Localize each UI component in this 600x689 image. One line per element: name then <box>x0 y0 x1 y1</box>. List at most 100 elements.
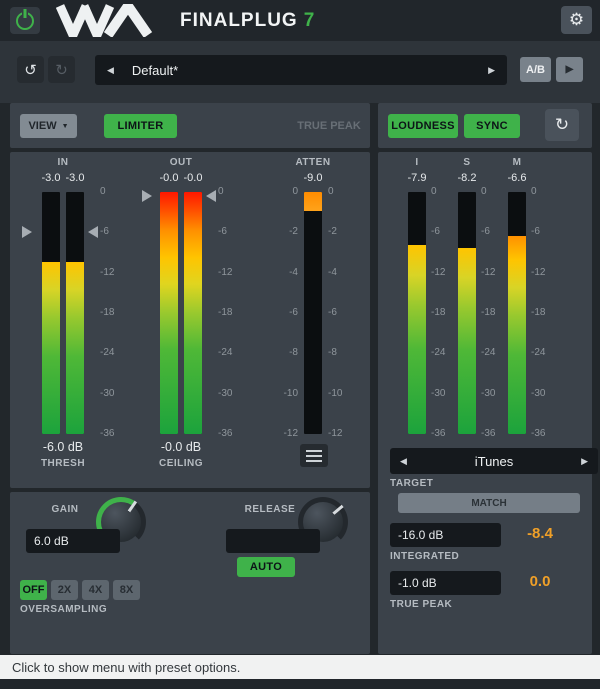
scale-tick: -30 <box>481 389 501 399</box>
scale-tick: -30 <box>100 389 120 399</box>
scale-tick: -24 <box>431 348 451 358</box>
atten-scale-left: 0-2-4-6-8-10-12 <box>272 187 298 439</box>
preset-selector[interactable]: ◀ Default* ▶ <box>95 55 507 85</box>
momentary-meter-value: -6.6 <box>492 172 542 184</box>
gain-value-field[interactable]: 6.0 dB <box>26 529 120 553</box>
settings-button[interactable]: ⚙ <box>561 6 592 34</box>
scale-tick: -10 <box>272 389 298 399</box>
preset-name: Default* <box>114 63 488 78</box>
release-value-field[interactable] <box>226 529 320 553</box>
match-label: MATCH <box>471 498 506 509</box>
scale-tick: -12 <box>218 268 238 278</box>
scale-tick: -10 <box>328 389 354 399</box>
scale-tick: -18 <box>531 308 551 318</box>
scale-tick: -18 <box>218 308 238 318</box>
scale-tick: -8 <box>328 348 354 358</box>
oversampling-8x-button[interactable]: 8X <box>113 580 140 600</box>
in-meter-bar-left <box>42 192 60 434</box>
short-term-meter-bar <box>458 192 476 434</box>
toolbar-left-panel: VIEW ▼ LIMITER TRUE PEAK <box>10 103 370 148</box>
loudness-label: LOUDNESS <box>391 120 455 132</box>
in-meter-value-right: -3.0 <box>50 172 100 184</box>
scale-tick: -36 <box>481 429 501 439</box>
true-peak-label: TRUE PEAK <box>390 599 510 610</box>
scale-tick: -4 <box>272 268 298 278</box>
meter-menu-button[interactable] <box>300 444 328 467</box>
target-prev-icon[interactable]: ◀ <box>400 457 407 466</box>
gain-label: GAIN <box>40 504 90 515</box>
short-term-meter-value: -8.2 <box>442 172 492 184</box>
scale-tick: 0 <box>100 187 120 197</box>
scale-tick: -4 <box>328 268 354 278</box>
scale-tick: -12 <box>481 268 501 278</box>
true-peak-target-value: -1.0 dB <box>398 576 437 590</box>
thresh-readout: -6.0 dB <box>23 440 103 454</box>
momentary-meter-scale: 0-6-12-18-24-30-36 <box>531 187 551 439</box>
out-meter-bar-left <box>160 192 178 434</box>
ceiling-handle-right-icon[interactable] <box>206 190 216 202</box>
refresh-button[interactable]: ↻ <box>545 109 579 141</box>
oversampling-4x-button[interactable]: 4X <box>82 580 109 600</box>
true-peak-toggle[interactable]: TRUE PEAK <box>294 114 364 138</box>
oversampling-2x-button[interactable]: 2X <box>51 580 78 600</box>
integrated-target-value: -16.0 dB <box>398 528 443 542</box>
ceiling-handle-left-icon[interactable] <box>142 190 152 202</box>
ab-label: A/B <box>526 64 545 76</box>
limiter-label: LIMITER <box>117 120 163 132</box>
scale-tick: -6 <box>531 227 551 237</box>
preset-play-button[interactable]: ▶ <box>556 57 583 82</box>
true-peak-label: TRUE PEAK <box>297 120 361 132</box>
power-button[interactable] <box>10 7 40 34</box>
loudness-toggle[interactable]: LOUDNESS <box>388 114 458 138</box>
scale-tick: -30 <box>218 389 238 399</box>
scale-tick: -24 <box>218 348 238 358</box>
view-menu-button[interactable]: VIEW ▼ <box>20 114 77 138</box>
scale-tick: -8 <box>272 348 298 358</box>
scale-tick: -12 <box>100 268 120 278</box>
scale-tick: -24 <box>100 348 120 358</box>
scale-tick: 0 <box>328 187 354 197</box>
scale-tick: -6 <box>100 227 120 237</box>
out-meter-bar-right <box>184 192 202 434</box>
ceiling-label: CEILING <box>141 458 221 469</box>
preset-prev-icon[interactable]: ◀ <box>107 66 114 75</box>
integrated-live-readout: -8.4 <box>498 525 582 542</box>
scale-tick: -18 <box>481 308 501 318</box>
bottom-strip <box>0 679 600 689</box>
sync-label: SYNC <box>476 120 508 132</box>
oversampling-label: OVERSAMPLING <box>20 604 160 615</box>
preset-row: ↺ ↻ ◀ Default* ▶ A/B ▶ <box>0 41 600 103</box>
thresh-handle-right-icon[interactable] <box>88 226 98 238</box>
toolbar-right-panel: LOUDNESS SYNC ↻ <box>378 103 592 148</box>
hamburger-icon <box>306 450 322 452</box>
scale-tick: -6 <box>272 308 298 318</box>
match-button[interactable]: MATCH <box>398 493 580 513</box>
auto-release-toggle[interactable]: AUTO <box>237 557 295 577</box>
scale-tick: -2 <box>328 227 354 237</box>
oversampling-off-button[interactable]: OFF <box>20 580 47 600</box>
target-next-icon[interactable]: ▶ <box>581 457 588 466</box>
target-label: TARGET <box>390 478 490 489</box>
sync-toggle[interactable]: SYNC <box>464 114 520 138</box>
chevron-down-icon: ▼ <box>62 123 69 130</box>
scale-tick: -36 <box>218 429 238 439</box>
true-peak-target-field[interactable]: -1.0 dB <box>390 571 501 595</box>
status-bar: Click to show menu with preset options. <box>0 655 600 679</box>
power-icon <box>16 12 34 30</box>
in-meter-scale: 0 -6 -12 -18 -24 -30 -36 <box>100 187 120 439</box>
short-term-meter-scale: 0-6-12-18-24-30-36 <box>481 187 501 439</box>
thresh-handle-left-icon[interactable] <box>22 226 32 238</box>
release-label: RELEASE <box>238 504 302 515</box>
limiter-toggle[interactable]: LIMITER <box>104 114 177 138</box>
ab-compare-button[interactable]: A/B <box>520 57 551 82</box>
redo-button[interactable]: ↻ <box>48 56 75 83</box>
undo-button[interactable]: ↺ <box>17 56 44 83</box>
scale-tick: -36 <box>100 429 120 439</box>
integrated-target-field[interactable]: -16.0 dB <box>390 523 501 547</box>
status-message: Click to show menu with preset options. <box>12 660 240 675</box>
target-selector[interactable]: ◀ iTunes ▶ <box>390 448 598 474</box>
scale-tick: -6 <box>481 227 501 237</box>
momentary-meter-bar <box>508 192 526 434</box>
scale-tick: -18 <box>100 308 120 318</box>
preset-next-icon[interactable]: ▶ <box>488 66 495 75</box>
